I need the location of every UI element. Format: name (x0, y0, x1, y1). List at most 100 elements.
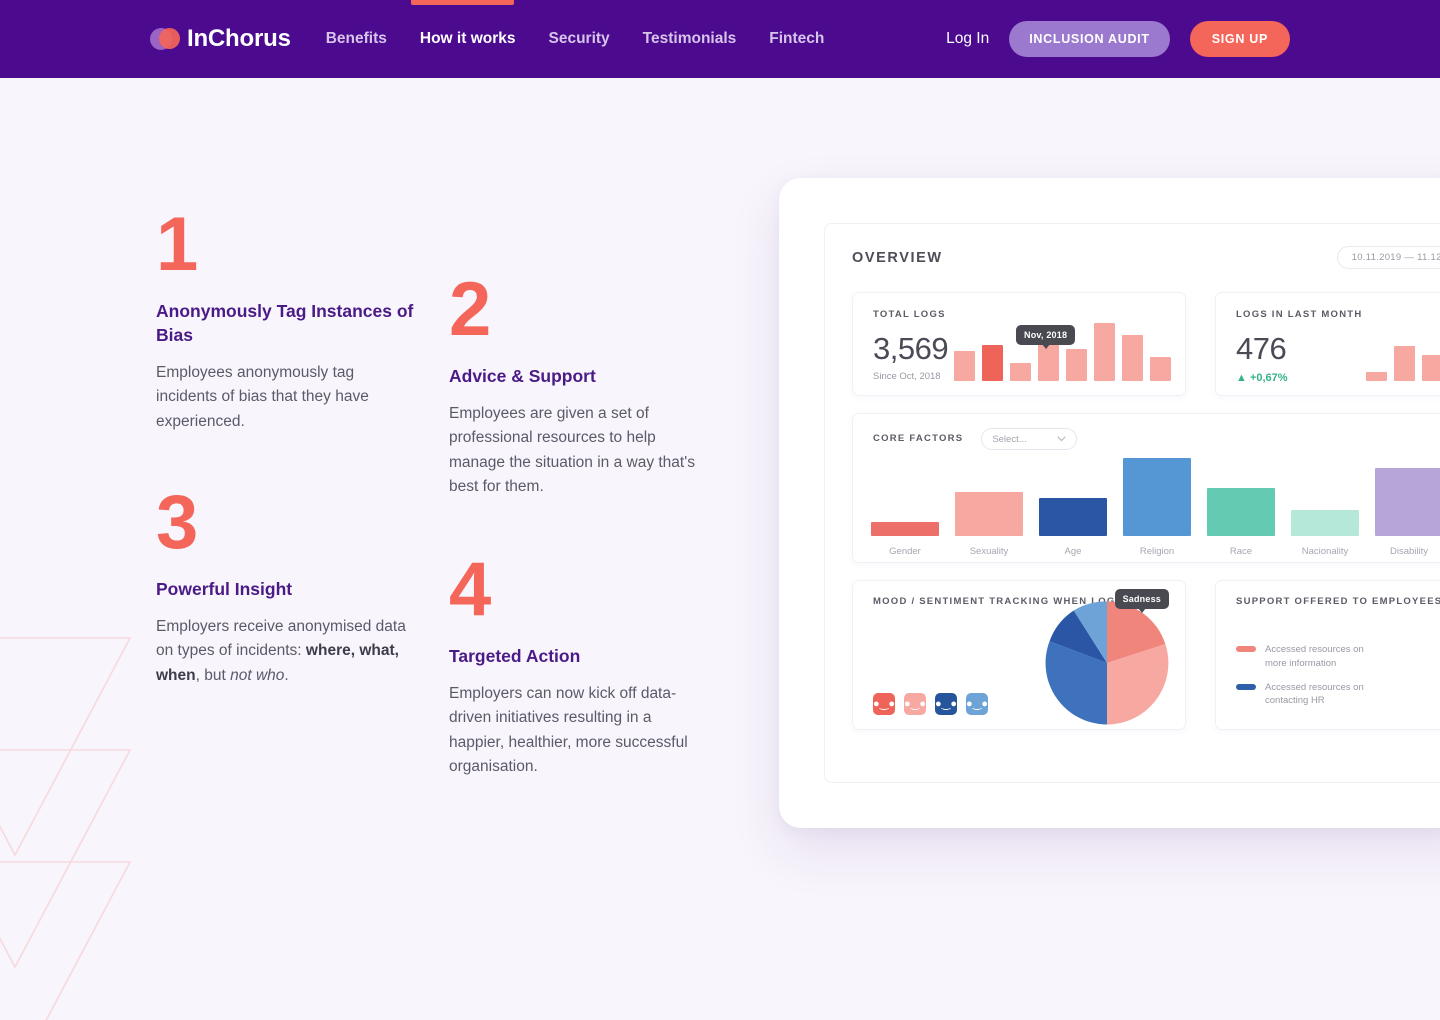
core-factor-label: Religion (1139, 546, 1175, 557)
legend-item: Accessed resources on more information (1236, 643, 1375, 671)
sparkline-bar (1122, 335, 1143, 381)
nav-item-benefits[interactable]: Benefits (326, 30, 387, 48)
dashboard-title: OVERVIEW (852, 249, 943, 266)
step-title: Powerful Insight (156, 578, 293, 599)
mood-sentiment-pie-chart (1045, 601, 1169, 725)
sparkline-bar (1422, 355, 1440, 381)
core-factor-column: Age (1031, 450, 1115, 557)
sign-up-button[interactable]: SIGN UP (1189, 21, 1290, 57)
header-actions: Log In INCLUSION AUDIT SIGN UP (946, 21, 1290, 57)
core-factor-column: Sexuality (947, 450, 1031, 557)
steps-section: 1 Anonymously Tag Instances of Bias Empl… (0, 78, 760, 960)
core-factor-label: Sexuality (969, 546, 1009, 557)
sparkline-bar (1066, 349, 1087, 381)
logo-text: InChorus (187, 25, 291, 52)
core-factor-label: Race (1229, 546, 1253, 557)
core-factor-bar (1291, 510, 1359, 536)
support-legend: Accessed resources on more information A… (1236, 643, 1375, 718)
neutral-face-icon[interactable]: ●‿● (935, 693, 957, 715)
core-factor-bar (871, 522, 939, 536)
legend-item: Accessed resources on contacting HR (1236, 681, 1375, 709)
step-number: 4 (449, 547, 491, 632)
delta-value: +0,67% (1249, 371, 1288, 384)
core-factors-card: CORE FACTORS Select... Gender Sexuality Ag… (852, 413, 1440, 563)
sparkline-bar (1394, 346, 1415, 381)
sparkline-bar (1366, 371, 1387, 381)
core-factor-bar (955, 492, 1023, 536)
step-body-italic: not who (230, 666, 285, 684)
dashboard-header: OVERVIEW 10.11.2019 — 11.12.2019 (852, 246, 1440, 269)
core-factors-bars: Gender Sexuality Age Religion Race Nacionalit… (863, 450, 1440, 557)
step-body: Employees are given a set of professiona… (449, 404, 695, 495)
stat-card-row: TOTAL LOGS 3,569 Since Oct, 2018 Nov, 20… (852, 292, 1440, 396)
core-factor-label: Nacionality (1301, 546, 1349, 557)
step-number: 3 (156, 480, 198, 565)
nav-item-security[interactable]: Security (549, 30, 610, 48)
main-nav: Benefits How it works Security Testimoni… (326, 30, 825, 48)
core-factor-label: Age (1064, 546, 1082, 557)
nav-item-fintech[interactable]: Fintech (769, 30, 824, 48)
last-month-card: LOGS IN LAST MONTH 476 ▲ +0,67% (1215, 292, 1440, 396)
core-factor-bar (1039, 498, 1107, 536)
nav-item-testimonials[interactable]: Testimonials (643, 30, 737, 48)
step-number: 1 (156, 202, 198, 287)
step-title: Targeted Action (449, 645, 581, 666)
step-card-3: 3 Powerful Insight Employers receive ano… (156, 480, 408, 688)
arrow-up-icon: ▲ (1236, 371, 1247, 384)
core-factor-column: Religion (1115, 450, 1199, 557)
nav-item-how-it-works[interactable]: How it works (420, 30, 516, 48)
core-factor-label: Gender (889, 546, 921, 557)
bottom-card-row: MOOD / SENTIMENT TRACKING WHEN LOGGING ●… (852, 580, 1440, 730)
sparkline-bar (982, 345, 1003, 381)
core-factor-bar (1123, 458, 1191, 536)
step-body-suffix: . (284, 666, 289, 684)
total-logs-card: TOTAL LOGS 3,569 Since Oct, 2018 Nov, 20… (852, 292, 1186, 396)
active-nav-underline (411, 0, 514, 5)
dashboard-mockup: OVERVIEW 10.11.2019 — 11.12.2019 TOTAL L… (779, 178, 1440, 828)
step-card-1: 1 Anonymously Tag Instances of Bias Empl… (156, 202, 414, 434)
step-card-2: 2 Advice & Support Employees are given a… (449, 267, 699, 499)
core-factor-label: Disability (1389, 546, 1428, 557)
date-range-picker[interactable]: 10.11.2019 — 11.12.2019 (1336, 246, 1440, 269)
step-body: Employees anonymously tag incidents of b… (156, 364, 369, 430)
step-title: Advice & Support (449, 365, 596, 386)
step-body: Employers receive anonymised data on typ… (156, 615, 408, 688)
login-link[interactable]: Log In (946, 30, 989, 48)
mood-sentiment-card: MOOD / SENTIMENT TRACKING WHEN LOGGING ●… (852, 580, 1186, 730)
inclusion-audit-button[interactable]: INCLUSION AUDIT (1009, 21, 1170, 57)
sparkline-tooltip: Nov, 2018 (1016, 325, 1076, 349)
support-label: SUPPORT OFFERED TO EMPLOYEES (1236, 596, 1440, 607)
core-factors-chart: Gender Sexuality Age Religion Race Nacionalit… (863, 450, 1440, 562)
logo[interactable]: InChorus (150, 25, 291, 53)
happy-face-icon[interactable]: ●‿● (966, 693, 988, 715)
legend-label: Accessed resources on contacting HR (1265, 681, 1364, 707)
sparkline-bar (954, 351, 975, 381)
core-factor-column: Gender (863, 450, 947, 557)
legend-swatch-icon (1236, 683, 1256, 690)
core-factor-column: Disability (1367, 450, 1440, 557)
legend-label: Accessed resources on more information (1265, 644, 1364, 669)
sad-face-icon[interactable]: ●‿● (904, 693, 926, 715)
sparkline-bar (1010, 363, 1031, 381)
step-title: Anonymously Tag Instances of Bias (156, 300, 414, 345)
mood-tooltip: Sadness (1114, 589, 1169, 613)
step-number: 2 (449, 267, 491, 352)
step-card-4: 4 Targeted Action Employers can now kick… (449, 547, 699, 779)
core-factor-bar (1207, 488, 1275, 536)
core-factors-select[interactable]: Select... (981, 428, 1078, 450)
core-factor-column: Race (1199, 450, 1283, 557)
last-month-sparkline-chart (1366, 319, 1440, 381)
step-body-mid: , but (195, 666, 231, 684)
core-factors-header: CORE FACTORS Select... (873, 428, 1440, 450)
select-placeholder: Select... (992, 433, 1027, 445)
angry-face-icon[interactable]: ●‿● (873, 693, 895, 715)
core-factor-column: Nacionality (1283, 450, 1367, 557)
mood-emoji-row: ●‿● ●‿● ●‿● ●‿● (873, 693, 988, 715)
core-factors-label: CORE FACTORS (873, 433, 964, 445)
step-body: Employers can now kick off data-driven i… (449, 684, 688, 775)
chevron-down-icon (1057, 436, 1066, 442)
sparkline-bar (1094, 323, 1115, 381)
core-factor-bar (1375, 468, 1440, 536)
legend-swatch-icon (1236, 646, 1256, 652)
two-overlapping-circles-logo-icon (150, 26, 180, 52)
